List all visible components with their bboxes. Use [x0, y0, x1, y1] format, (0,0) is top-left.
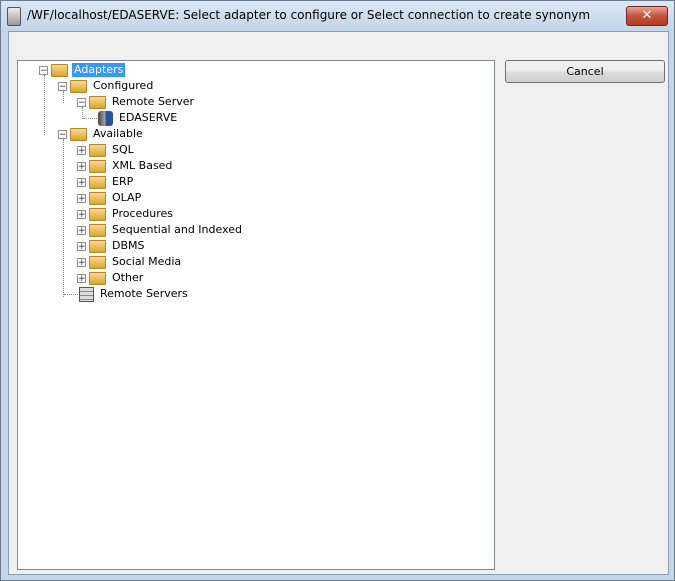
folder-icon: [89, 191, 106, 205]
expand-icon[interactable]: +: [77, 177, 86, 187]
expand-icon[interactable]: +: [77, 225, 86, 235]
folder-open-icon: [89, 95, 106, 109]
folder-icon: [89, 255, 106, 269]
expand-icon[interactable]: +: [77, 193, 86, 203]
tree-node-label: Sequential and Indexed: [112, 223, 242, 236]
folder-icon: [89, 159, 106, 173]
expand-icon[interactable]: +: [77, 273, 86, 283]
expand-icon[interactable]: +: [77, 161, 86, 171]
folder-icon: [89, 239, 106, 253]
tree-node-remote-server[interactable]: − Remote Server: [77, 94, 196, 110]
title-bar: /WF/localhost/EDASERVE: Select adapter t…: [1, 1, 674, 31]
tree-node-available-item[interactable]: + SQL: [77, 142, 136, 158]
folder-icon: [89, 223, 106, 237]
expand-icon[interactable]: +: [77, 209, 86, 219]
folder-open-icon: [51, 63, 68, 77]
tree-node-available-item[interactable]: + Sequential and Indexed: [77, 222, 244, 238]
expand-icon[interactable]: +: [77, 241, 86, 251]
folder-icon: [89, 207, 106, 221]
tree-node-label: XML Based: [112, 159, 173, 172]
tree-node-adapters[interactable]: − Adapters: [39, 62, 126, 78]
tree-node-available-item[interactable]: + ERP: [77, 174, 135, 190]
server-icon: [7, 7, 21, 26]
tree-node-remote-servers[interactable]: Remote Servers: [79, 286, 190, 302]
tree-node-label: Remote Server: [112, 95, 195, 108]
tree-node-label: SQL: [112, 143, 134, 156]
close-button[interactable]: ✕: [626, 6, 668, 26]
expand-icon[interactable]: +: [77, 257, 86, 267]
server-rack-icon: [79, 286, 94, 302]
dialog-window: /WF/localhost/EDASERVE: Select adapter t…: [0, 0, 675, 581]
tree-node-available-item[interactable]: + OLAP: [77, 190, 143, 206]
folder-open-icon: [70, 127, 87, 141]
tree-node-available[interactable]: − Available: [58, 126, 145, 142]
adapter-plug-icon: [98, 110, 113, 126]
folder-icon: [89, 175, 106, 189]
tree-node-label: Other: [112, 271, 144, 284]
tree-node-label: DBMS: [112, 239, 145, 252]
tree-node-available-item[interactable]: + Procedures: [77, 206, 175, 222]
tree-node-label: Procedures: [112, 207, 173, 220]
tree-node-label: Configured: [93, 79, 154, 92]
tree-node-label: Available: [93, 127, 143, 140]
folder-icon: [89, 143, 106, 157]
adapter-tree: − Adapters − Configured − Remote Server …: [17, 60, 495, 570]
tree-node-label: Social Media: [112, 255, 182, 268]
tree-node-label: ERP: [112, 175, 134, 188]
window-title: /WF/localhost/EDASERVE: Select adapter t…: [27, 8, 591, 22]
folder-icon: [89, 271, 106, 285]
tree-node-available-item[interactable]: + DBMS: [77, 238, 147, 254]
collapse-icon[interactable]: −: [58, 81, 67, 91]
collapse-icon[interactable]: −: [39, 65, 48, 75]
folder-open-icon: [70, 79, 87, 93]
tree-node-available-item[interactable]: + XML Based: [77, 158, 174, 174]
cancel-button[interactable]: Cancel: [505, 60, 665, 83]
collapse-icon[interactable]: −: [58, 129, 67, 139]
collapse-icon[interactable]: −: [77, 97, 86, 107]
tree-node-label: Adapters: [72, 63, 126, 77]
tree-node-available-item[interactable]: + Other: [77, 270, 145, 286]
tree-node-label: Remote Servers: [100, 287, 188, 300]
tree-node-label: OLAP: [112, 191, 142, 204]
tree-node-configured[interactable]: − Configured: [58, 78, 155, 94]
tree-node-available-item[interactable]: + Social Media: [77, 254, 183, 270]
dialog-body: − Adapters − Configured − Remote Server …: [8, 31, 669, 575]
tree-node-edaserve[interactable]: EDASERVE: [98, 110, 179, 126]
expand-icon[interactable]: +: [77, 145, 86, 155]
tree-node-label: EDASERVE: [119, 111, 178, 124]
